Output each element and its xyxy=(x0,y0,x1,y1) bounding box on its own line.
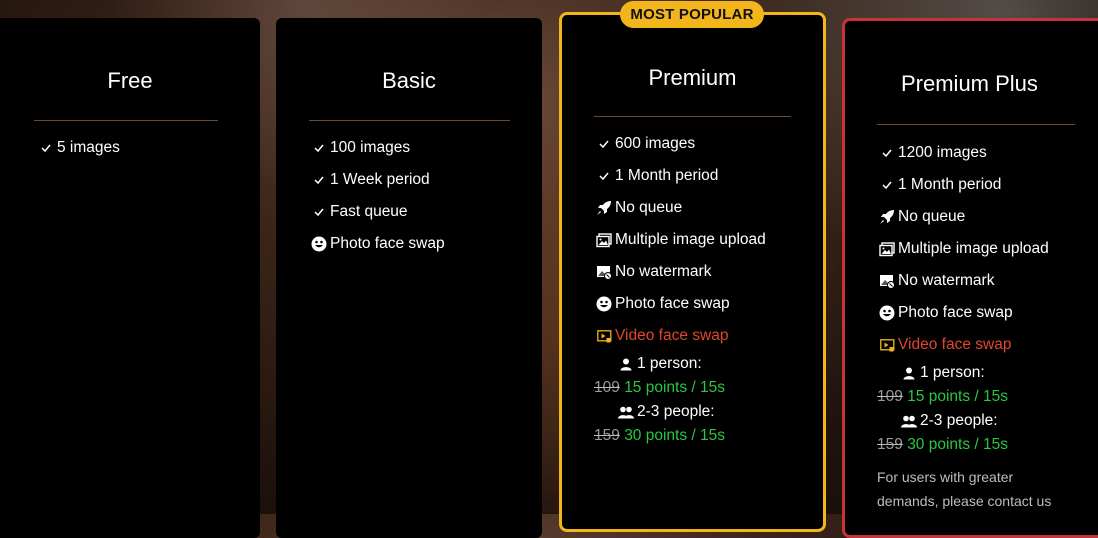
check-icon xyxy=(36,144,56,152)
plan-card-free: Free 5 images xyxy=(0,18,260,538)
video-one-person-price: 109 15 points / 15s xyxy=(594,376,766,400)
plan-title: Premium Plus xyxy=(901,71,1038,96)
feature-list: 1200 images 1 Month period No queue Mult… xyxy=(877,137,1077,513)
contact-note-item: For users with greater demands, please c… xyxy=(877,465,1077,513)
feature-list: 100 images 1 Week period Fast queue Phot… xyxy=(309,132,445,260)
check-icon xyxy=(877,149,897,157)
images-icon xyxy=(594,232,614,248)
plan-card-premium: Premium 600 images 1 Month period No que… xyxy=(559,12,826,532)
video-icon xyxy=(877,338,897,352)
new-price: 30 points / 15s xyxy=(907,436,1009,453)
feature-item: 1 Month period xyxy=(877,169,1077,201)
divider xyxy=(34,120,218,121)
check-icon xyxy=(309,144,329,152)
check-icon xyxy=(309,208,329,216)
old-price: 109 xyxy=(877,388,903,405)
feature-item: Fast queue xyxy=(309,196,445,228)
feature-item: Photo face swap xyxy=(594,288,766,320)
users-icon xyxy=(616,406,636,419)
old-price: 109 xyxy=(594,379,620,396)
no-watermark-icon xyxy=(594,265,614,280)
feature-item: 600 images xyxy=(594,128,766,160)
video-one-person: 1 person: xyxy=(594,352,766,376)
old-price: 159 xyxy=(594,427,620,444)
feature-item: No queue xyxy=(877,201,1077,233)
check-icon xyxy=(594,140,614,148)
users-icon xyxy=(899,415,919,428)
new-price: 30 points / 15s xyxy=(624,427,726,444)
rocket-icon xyxy=(594,200,614,216)
feature-item: Photo face swap xyxy=(309,228,445,260)
divider xyxy=(309,120,510,121)
feature-list: 600 images 1 Month period No queue Multi… xyxy=(594,128,766,448)
divider xyxy=(594,116,791,117)
feature-item: Photo face swap xyxy=(877,297,1077,329)
no-watermark-icon xyxy=(877,274,897,289)
plan-card-basic: Basic 100 images 1 Week period Fast queu… xyxy=(276,18,542,538)
video-one-person: 1 person: xyxy=(877,361,1077,385)
feature-item: No watermark xyxy=(594,256,766,288)
feature-item-video: Video face swap xyxy=(594,320,766,352)
divider xyxy=(877,124,1075,125)
feature-item: 100 images xyxy=(309,132,445,164)
feature-item: 1 Week period xyxy=(309,164,445,196)
plan-title: Free xyxy=(107,68,153,93)
user-icon xyxy=(899,367,919,380)
most-popular-badge: MOST POPULAR xyxy=(620,1,764,28)
smiley-icon xyxy=(309,236,329,252)
plan-card-premium-plus: Premium Plus 1200 images 1 Month period … xyxy=(842,18,1098,538)
feature-item: 1200 images xyxy=(877,137,1077,169)
smiley-icon xyxy=(594,296,614,312)
feature-item: Multiple image upload xyxy=(594,224,766,256)
feature-item-video: Video face swap xyxy=(877,329,1077,361)
video-group-price: 159 30 points / 15s xyxy=(877,433,1077,457)
old-price: 159 xyxy=(877,436,903,453)
video-one-person-price: 109 15 points / 15s xyxy=(877,385,1077,409)
feature-item: Multiple image upload xyxy=(877,233,1077,265)
check-icon xyxy=(594,172,614,180)
feature-list: 5 images xyxy=(36,132,120,164)
rocket-icon xyxy=(877,209,897,225)
images-icon xyxy=(877,241,897,257)
new-price: 15 points / 15s xyxy=(624,379,726,396)
video-group-price: 159 30 points / 15s xyxy=(594,424,766,448)
plan-title: Premium xyxy=(648,65,737,90)
plan-title: Basic xyxy=(382,68,436,93)
feature-item: No queue xyxy=(594,192,766,224)
smiley-icon xyxy=(877,305,897,321)
contact-note: For users with greater demands, please c… xyxy=(877,469,1052,509)
feature-item: 1 Month period xyxy=(594,160,766,192)
feature-item: 5 images xyxy=(36,132,120,164)
feature-item: No watermark xyxy=(877,265,1077,297)
video-group: 2-3 people: xyxy=(877,409,1077,433)
user-icon xyxy=(616,358,636,371)
video-group: 2-3 people: xyxy=(594,400,766,424)
video-icon xyxy=(594,329,614,343)
new-price: 15 points / 15s xyxy=(907,388,1009,405)
check-icon xyxy=(309,176,329,184)
check-icon xyxy=(877,181,897,189)
